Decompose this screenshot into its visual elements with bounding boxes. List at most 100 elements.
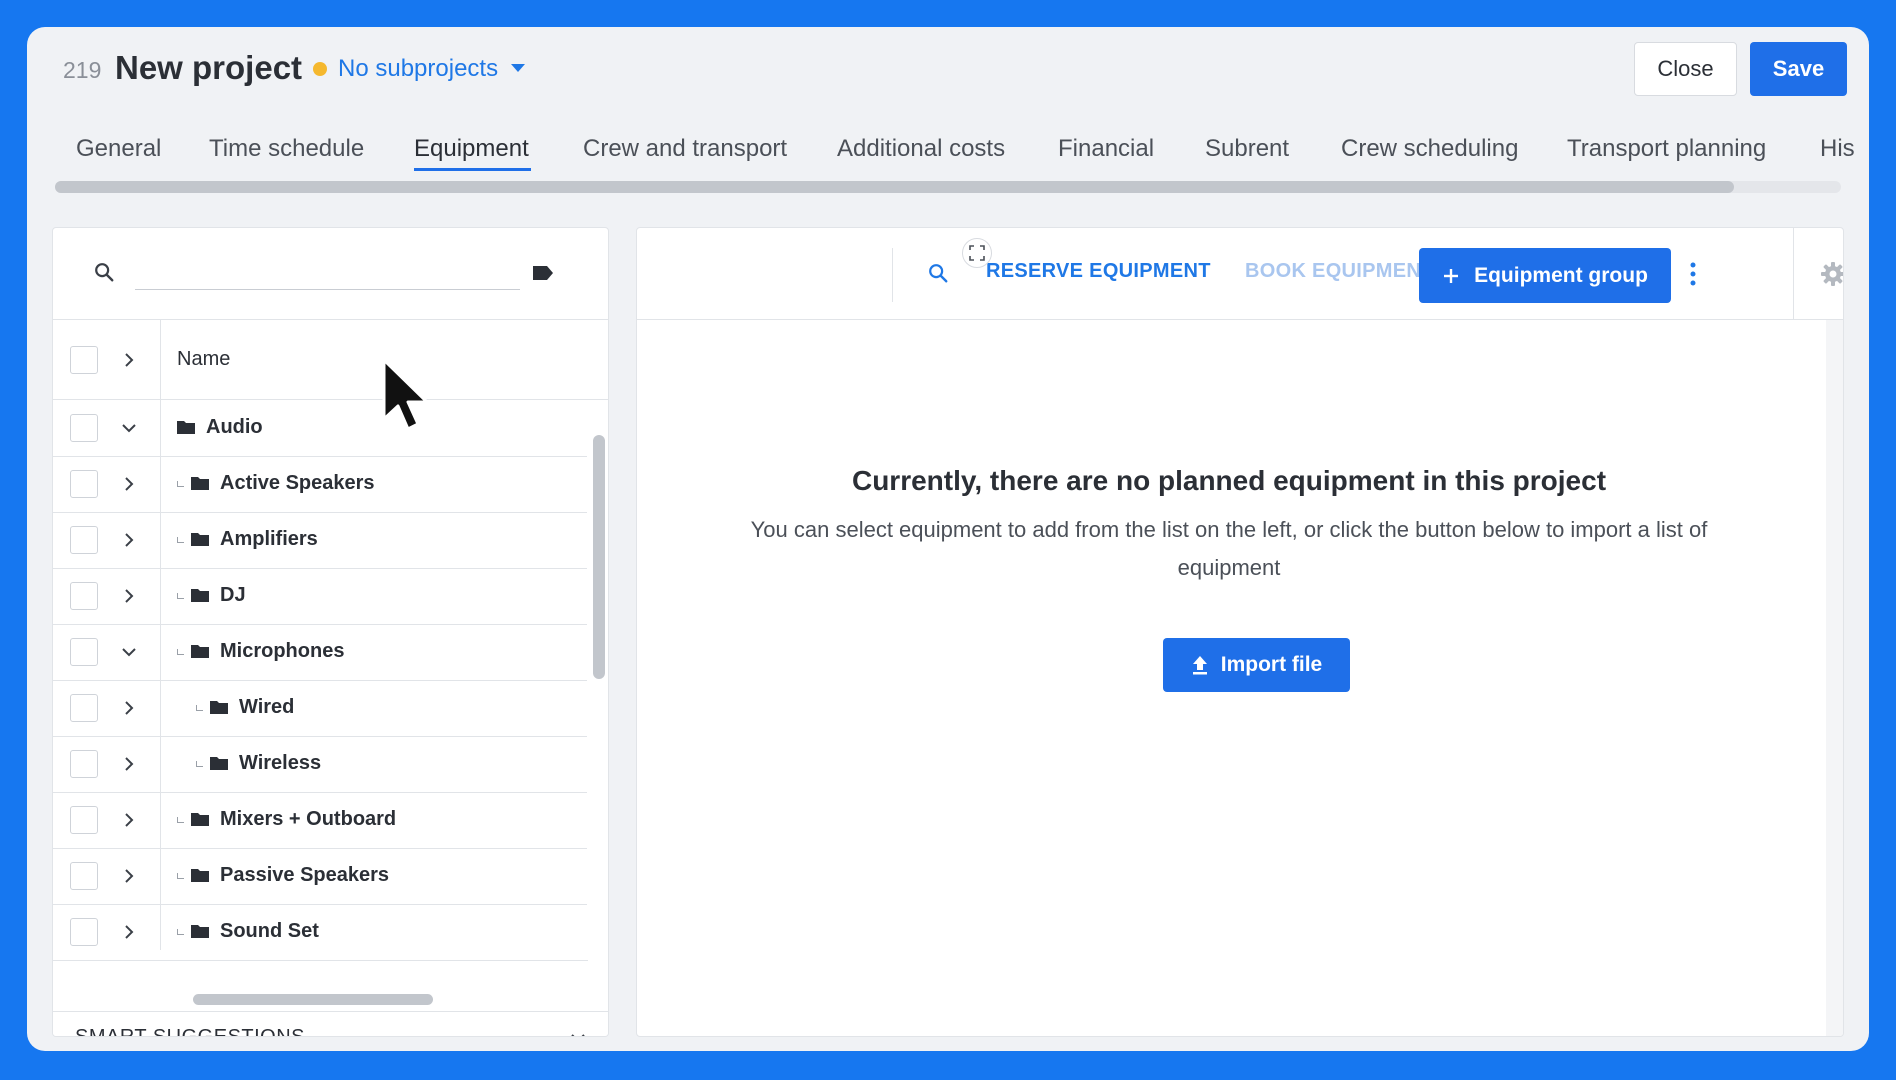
folder-icon: [210, 701, 228, 714]
tab-transport-planning[interactable]: Transport planning: [1567, 135, 1766, 163]
tree-table-header: Name: [53, 320, 608, 400]
row-checkbox[interactable]: [70, 638, 98, 666]
tree-connector: [177, 537, 184, 543]
import-file-label: Import file: [1220, 653, 1323, 676]
select-all-checkbox[interactable]: [70, 346, 98, 374]
search-icon[interactable]: [927, 262, 949, 284]
folder-icon: [191, 813, 209, 826]
tree-row-mixers-outboard[interactable]: Mixers + Outboard: [53, 793, 588, 849]
row-label: DJ: [220, 584, 246, 606]
caret-down-icon[interactable]: [511, 64, 525, 72]
tab-equipment[interactable]: Equipment: [414, 135, 529, 163]
chevron-right-icon[interactable]: [119, 698, 139, 718]
tabs-scrollbar-thumb[interactable]: [55, 181, 1734, 193]
chevron-right-icon[interactable]: [119, 350, 139, 370]
row-checkbox[interactable]: [70, 470, 98, 498]
tree-horizontal-scrollbar[interactable]: [193, 994, 433, 1005]
tab-bar: General Time schedule Equipment Crew and…: [27, 127, 1869, 177]
empty-state-description: You can select equipment to add from the…: [750, 517, 1708, 580]
close-button[interactable]: Close: [1634, 42, 1737, 96]
mouse-pointer-icon: [382, 358, 429, 431]
active-tab-indicator: [414, 168, 531, 171]
chevron-right-icon[interactable]: [119, 586, 139, 606]
subprojects-dropdown[interactable]: No subprojects: [338, 55, 498, 83]
tree-row-wireless[interactable]: Wireless: [53, 737, 588, 793]
kebab-menu-icon[interactable]: [1689, 261, 1697, 287]
book-equipment-button[interactable]: BOOK EQUIPMENT: [1245, 260, 1434, 283]
smart-suggestions-toggle[interactable]: SMART SUGGESTIONS: [53, 1011, 608, 1037]
project-number: 219: [63, 57, 102, 83]
tree-row-passive-speakers[interactable]: Passive Speakers: [53, 849, 588, 905]
row-label: Passive Speakers: [220, 864, 390, 886]
row-checkbox[interactable]: [70, 694, 98, 722]
chevron-right-icon[interactable]: [119, 754, 139, 774]
row-label: Amplifiers: [220, 528, 318, 550]
tree-row-dj[interactable]: DJ: [53, 569, 588, 625]
tree-row-microphones[interactable]: Microphones: [53, 625, 588, 681]
row-checkbox[interactable]: [70, 750, 98, 778]
chevron-right-icon[interactable]: [119, 922, 139, 942]
row-checkbox[interactable]: [70, 862, 98, 890]
tree-scrollbar-thumb[interactable]: [593, 435, 605, 679]
tree-row-sound-set[interactable]: Sound Set: [53, 905, 588, 961]
reserve-equipment-button[interactable]: RESERVE EQUIPMENT: [986, 260, 1211, 283]
name-column-header[interactable]: Name: [177, 348, 230, 371]
tab-subrent[interactable]: Subrent: [1205, 135, 1289, 163]
tree-row-amplifiers[interactable]: Amplifiers: [53, 513, 588, 569]
tab-financial[interactable]: Financial: [1058, 135, 1154, 163]
fullscreen-toggle[interactable]: [962, 238, 992, 268]
tab-crew-and-transport[interactable]: Crew and transport: [583, 135, 787, 163]
row-label: Sound Set: [220, 920, 319, 942]
tab-crew-scheduling[interactable]: Crew scheduling: [1341, 135, 1518, 163]
add-equipment-group-button[interactable]: Equipment group: [1419, 248, 1671, 303]
chevron-down-icon[interactable]: [568, 1028, 588, 1037]
chevron-right-icon[interactable]: [119, 810, 139, 830]
tree-connector: [177, 929, 184, 935]
equipment-group-label: Equipment group: [1474, 263, 1648, 287]
chevron-down-icon[interactable]: [119, 418, 139, 438]
planned-equipment-panel: RESERVE EQUIPMENT BOOK EQUIPMENT Equipme…: [636, 227, 1844, 1037]
chevron-down-icon[interactable]: [119, 642, 139, 662]
row-checkbox[interactable]: [70, 806, 98, 834]
tab-general[interactable]: General: [76, 135, 161, 163]
tab-additional-costs[interactable]: Additional costs: [837, 135, 1005, 163]
tree-row-wired[interactable]: Wired: [53, 681, 588, 737]
save-button[interactable]: Save: [1750, 42, 1847, 96]
tag-icon[interactable]: [531, 264, 555, 282]
gear-icon[interactable]: [1820, 261, 1844, 287]
tab-history[interactable]: His: [1820, 135, 1855, 163]
plus-icon: [1444, 268, 1459, 283]
toolbar-divider: [1793, 228, 1794, 320]
chevron-right-icon[interactable]: [119, 866, 139, 886]
row-label: Microphones: [220, 640, 345, 662]
search-icon[interactable]: [93, 261, 115, 283]
tree-connector: [196, 705, 203, 711]
folder-icon: [177, 421, 195, 434]
smart-suggestions-label: SMART SUGGESTIONS: [75, 1026, 306, 1037]
folder-icon: [191, 869, 209, 882]
equipment-tree-panel: Name Audio Active Speakers Amplifiers DJ…: [52, 227, 609, 1037]
content-scrollbar-track[interactable]: [1826, 320, 1843, 1036]
fullscreen-icon: [969, 245, 985, 261]
row-checkbox[interactable]: [70, 414, 98, 442]
import-file-button[interactable]: Import file: [1163, 638, 1350, 692]
row-label: Active Speakers: [220, 472, 375, 494]
tab-time-schedule[interactable]: Time schedule: [209, 135, 364, 163]
toolbar-divider: [892, 248, 893, 302]
tree-row-audio[interactable]: Audio: [53, 401, 588, 457]
tree-row-active-speakers[interactable]: Active Speakers: [53, 457, 588, 513]
chevron-right-icon[interactable]: [119, 474, 139, 494]
row-label: Wireless: [239, 752, 322, 774]
tree-connector: [177, 817, 184, 823]
row-checkbox[interactable]: [70, 582, 98, 610]
tree-connector: [177, 593, 184, 599]
row-checkbox[interactable]: [70, 918, 98, 946]
row-label: Wired: [239, 696, 295, 718]
tree-search-input[interactable]: [135, 256, 520, 290]
project-modal: 219 New project No subprojects Close Sav…: [27, 27, 1869, 1051]
tree-search-row: [53, 228, 608, 320]
row-label: Mixers + Outboard: [220, 808, 397, 830]
tree-connector: [196, 761, 203, 767]
chevron-right-icon[interactable]: [119, 530, 139, 550]
row-checkbox[interactable]: [70, 526, 98, 554]
